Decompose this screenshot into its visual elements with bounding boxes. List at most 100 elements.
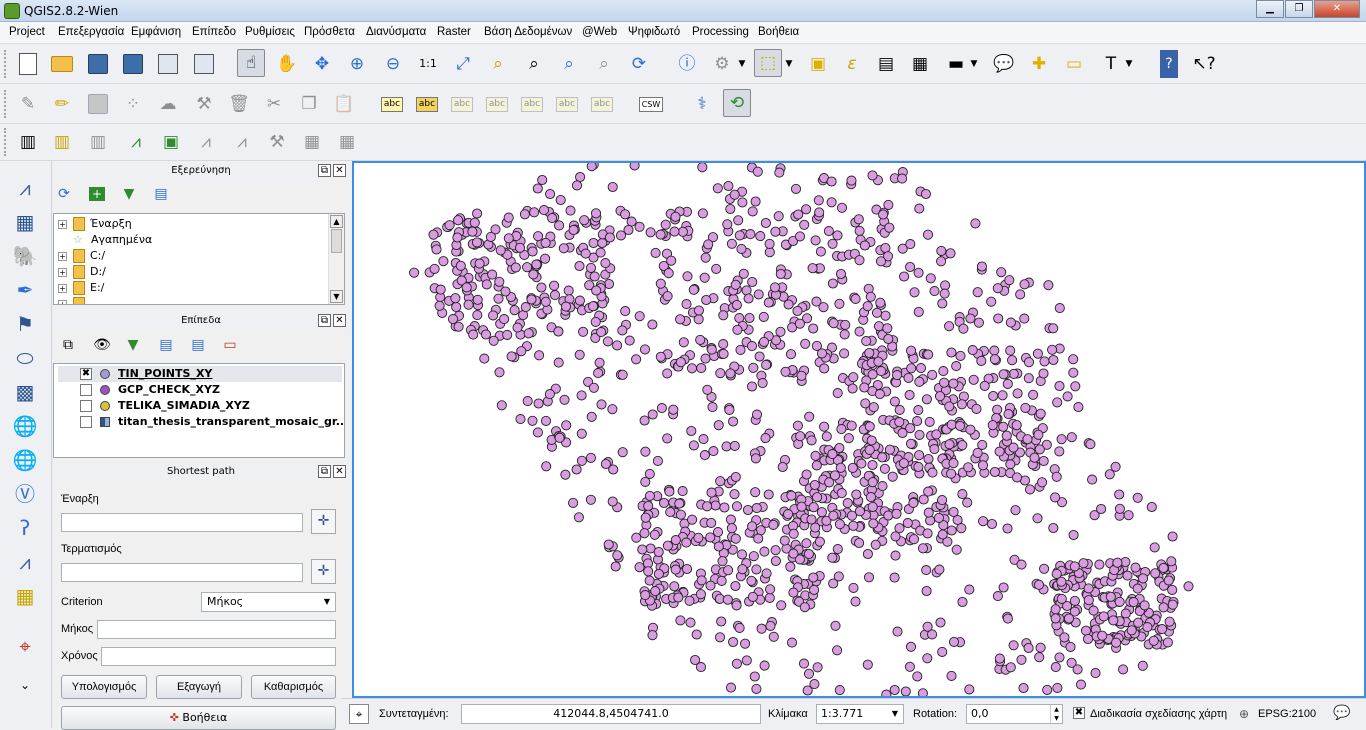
layer-item-mosaic[interactable]: titan_thesis_transparent_mosaic_gr... <box>58 414 344 430</box>
map-tips-button[interactable]: 💬 <box>990 50 1018 78</box>
add-postgis-layer-button[interactable]: 🐘 <box>10 241 40 271</box>
crs-status[interactable]: EPSG:2100 <box>1258 708 1316 720</box>
new-project-button[interactable] <box>14 50 42 78</box>
scroll-down-arrow[interactable]: ▼ <box>330 290 343 303</box>
menu-mesh[interactable]: Ψηφιδωτό <box>628 26 680 38</box>
identify-button[interactable]: ⓘ <box>673 50 701 78</box>
show-hide-labels-button[interactable]: abc <box>483 90 511 118</box>
tree-item-home[interactable]: + Έναρξη <box>58 216 132 232</box>
delete-selected-button[interactable]: 🗑 <box>225 90 253 118</box>
undock-button[interactable]: ⧉ <box>318 314 331 327</box>
zoom-native-button[interactable]: 1:1 <box>414 50 442 78</box>
cut-features-button[interactable]: ✂ <box>260 90 288 118</box>
help-button[interactable]: ✜ Βοήθεια <box>61 706 336 730</box>
offset-curve-button[interactable]: ▦ <box>298 128 326 156</box>
tree-item-drive-d[interactable]: + D:/ <box>58 264 106 280</box>
gps-tools-button[interactable]: ⌖ <box>10 631 40 661</box>
add-wfs-raster-button[interactable]: ▦ <box>10 581 40 611</box>
pan-to-selection-button[interactable]: ✥ <box>308 50 336 78</box>
new-shapefile-button[interactable]: ⩘ <box>10 547 40 577</box>
rotate-label-button[interactable]: abc <box>553 90 581 118</box>
zoom-in-button[interactable]: ⊕ <box>343 50 371 78</box>
undock-button[interactable]: ⧉ <box>318 164 331 177</box>
scale-select[interactable]: 1:3.771 ▼ <box>816 704 904 724</box>
zoom-full-button[interactable]: ⤢ <box>449 50 477 78</box>
measure-dropdown[interactable]: ▼ <box>968 50 980 78</box>
add-oracle-layer-button[interactable]: ⬭ <box>10 343 40 373</box>
reshape-button[interactable]: ⚒ <box>263 128 291 156</box>
action-dropdown[interactable]: ▼ <box>736 50 748 78</box>
move-feature-button[interactable]: ☁ <box>154 90 182 118</box>
coordinate-toggle-button[interactable]: ⌖ <box>349 704 369 724</box>
filter-legend-button[interactable]: ▼ <box>123 335 143 355</box>
menu-help[interactable]: Βοήθεια <box>758 26 799 38</box>
menu-processing[interactable]: Processing <box>692 26 749 38</box>
menu-settings[interactable]: Ρυθμίσεις <box>245 26 295 38</box>
add-wfs-layer-button[interactable]: 🌐 <box>10 445 40 475</box>
change-label-button[interactable]: abc <box>588 90 616 118</box>
collapse-all-button[interactable]: ▤ <box>188 335 208 355</box>
deselect-button[interactable]: ▣ <box>804 50 832 78</box>
coordinate-field[interactable]: 412044.8,4504741.0 <box>461 704 761 724</box>
pick-end-button[interactable]: ✛ <box>311 559 336 584</box>
toolbar-grip[interactable] <box>4 90 8 118</box>
menu-web[interactable]: @Web <box>582 26 617 38</box>
show-bookmarks-button[interactable]: ▭ <box>1060 50 1088 78</box>
copy-features-button[interactable]: ❐ <box>295 90 323 118</box>
whats-this-button[interactable]: ↖? <box>1190 50 1218 78</box>
layer-visibility-checkbox[interactable]: ✖ <box>80 368 92 380</box>
pan-map-button[interactable]: ✋ <box>273 50 301 78</box>
browser-collapse-button[interactable]: ▤ <box>151 184 171 204</box>
toolbar-grip[interactable] <box>4 50 8 78</box>
length-field[interactable] <box>97 620 336 639</box>
pin-labels-button[interactable]: abc <box>448 90 476 118</box>
clear-button[interactable]: Καθαρισμός <box>251 675 336 699</box>
select-expression-button[interactable]: ε <box>838 50 866 78</box>
close-panel-button[interactable]: ✕ <box>333 465 346 478</box>
time-field[interactable] <box>101 647 336 666</box>
expand-all-button[interactable]: ▤ <box>156 335 176 355</box>
close-panel-button[interactable]: ✕ <box>333 314 346 327</box>
spin-arrows-icon[interactable]: ▲ ▼ <box>1050 705 1062 723</box>
manage-visibility-button[interactable]: 👁 <box>92 335 112 355</box>
add-vertex-button[interactable]: ⩘ <box>122 128 150 156</box>
criterion-select[interactable]: Μήκος ▼ <box>201 592 336 612</box>
end-point-input[interactable] <box>61 563 303 582</box>
composer-manager-button[interactable] <box>190 50 218 78</box>
menu-view[interactable]: Εμφάνιση <box>131 26 181 38</box>
field-calculator-button[interactable]: ▦ <box>906 50 934 78</box>
rotation-spinbox[interactable]: 0,0 ▲ ▼ <box>966 704 1063 724</box>
browser-add-selected-button[interactable]: + <box>87 184 107 204</box>
layer-visibility-checkbox[interactable] <box>80 400 92 412</box>
open-project-button[interactable] <box>48 50 76 78</box>
layer-labeling-button[interactable]: abc <box>378 90 406 118</box>
menu-raster[interactable]: Raster <box>437 26 471 38</box>
new-spatialite-layer-button[interactable]: ▥ <box>14 128 42 156</box>
export-button[interactable]: Εξαγωγή <box>156 675 242 699</box>
menu-vector[interactable]: Διανύσματα <box>366 26 426 38</box>
messages-icon[interactable]: 💬 <box>1333 705 1350 721</box>
menu-layer[interactable]: Επίπεδο <box>192 26 236 38</box>
new-bookmark-button[interactable]: ✚ <box>1025 50 1053 78</box>
add-mssql-layer-button[interactable]: ⚑ <box>10 309 40 339</box>
processing-toolbox-button[interactable]: ⟲ <box>723 89 751 117</box>
add-feature-button[interactable]: ⁘ <box>119 90 147 118</box>
expand-icon[interactable]: + <box>58 251 67 261</box>
browser-scrollbar[interactable]: ▲ ▼ <box>328 214 344 304</box>
save-as-button[interactable] <box>119 50 147 78</box>
toolbar-grip[interactable] <box>4 128 8 156</box>
add-delimited-text-button[interactable]: Ⓥ <box>10 479 40 509</box>
add-raster-layer-button[interactable]: ▦ <box>10 207 40 237</box>
zoom-selection-button[interactable]: ⌕ <box>484 50 512 78</box>
save-project-button[interactable] <box>84 50 112 78</box>
measure-button[interactable]: ▬ <box>942 50 970 78</box>
save-edits-button[interactable] <box>84 90 112 118</box>
expand-icon[interactable]: + <box>58 219 67 229</box>
pick-start-button[interactable]: ✛ <box>311 509 336 534</box>
menu-database[interactable]: Βάση Δεδομένων <box>484 26 572 38</box>
move-label-button[interactable]: abc <box>518 90 546 118</box>
select-features-button[interactable]: ⬚ <box>754 49 782 77</box>
menu-edit[interactable]: Επεξεργασία <box>58 26 124 38</box>
new-print-composer-button[interactable] <box>154 50 182 78</box>
annotation-dropdown[interactable]: ▼ <box>1123 50 1135 78</box>
